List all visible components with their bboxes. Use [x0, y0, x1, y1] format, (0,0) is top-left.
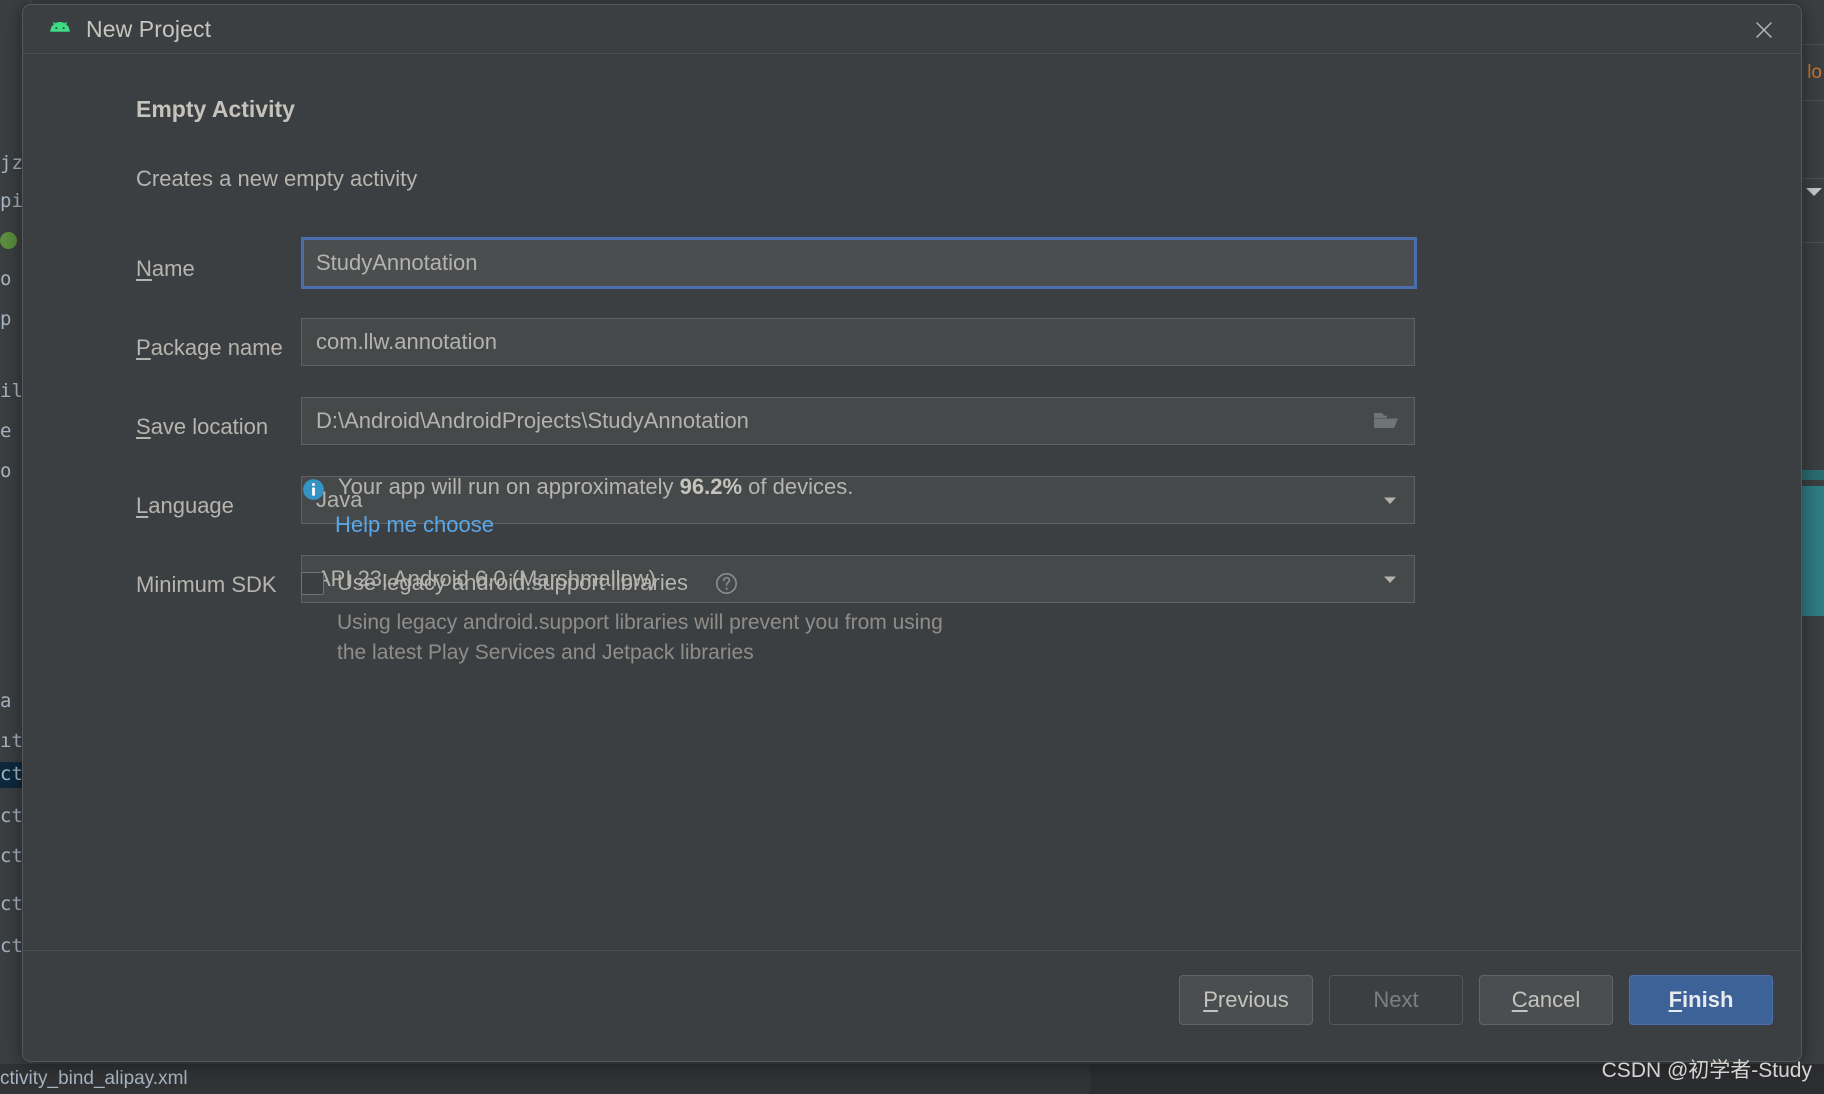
package-name-input[interactable]: com.llw.annotation	[301, 318, 1415, 366]
language-label: Language	[136, 493, 234, 518]
page-subtitle: Creates a new empty activity	[136, 166, 418, 191]
sdk-coverage-info: Your app will run on approximately 96.2%…	[301, 474, 1501, 538]
legacy-libraries-block: Use legacy android.support libraries Usi…	[301, 570, 1501, 668]
next-button[interactable]: Next	[1329, 975, 1463, 1025]
form-row-name: Name StudyAnnotation	[136, 236, 1746, 315]
form-row-package-name: Package name com.llw.annotation	[136, 315, 1746, 394]
legacy-libraries-label: Use legacy android.support libraries	[337, 570, 688, 595]
dialog-titlebar: New Project	[23, 5, 1801, 54]
name-label: Name	[136, 256, 195, 281]
save-location-label: Save location	[136, 414, 269, 439]
minimum-sdk-label: Minimum SDK	[136, 572, 277, 597]
page-title: Empty Activity	[136, 96, 295, 122]
sdk-coverage-text-before: Your app will run on approximately	[338, 474, 674, 499]
previous-button[interactable]: Previous	[1179, 975, 1313, 1025]
package-name-label: Package name	[136, 335, 283, 360]
sdk-coverage-text: Your app will run on approximately 96.2%…	[301, 474, 1501, 502]
legacy-libraries-description: Using legacy android.support libraries w…	[337, 608, 1501, 668]
ide-gutter-marker	[0, 232, 17, 249]
dialog-title-group: New Project	[47, 5, 211, 53]
sdk-coverage-text-after: of devices.	[748, 474, 854, 499]
dialog-title: New Project	[86, 15, 212, 42]
footer-button-group: Previous Next Cancel Finish	[1179, 975, 1773, 1025]
name-input[interactable]: StudyAnnotation	[301, 237, 1417, 289]
editor-tab-label[interactable]: ctivity_bind_alipay.xml	[0, 1064, 1100, 1094]
chevron-down-icon	[1806, 188, 1822, 196]
save-location-input[interactable]: D:\Android\AndroidProjects\StudyAnnotati…	[301, 397, 1415, 445]
watermark: CSDN @初学者-Study	[1601, 1059, 1812, 1082]
new-project-dialog: New Project Empty Activity Creates a new…	[22, 4, 1802, 1062]
ide-code-fragment: lo	[1807, 62, 1822, 83]
legacy-libraries-checkbox[interactable]	[301, 571, 324, 595]
close-icon[interactable]	[1741, 13, 1787, 47]
dialog-body: Empty Activity Creates a new empty activ…	[23, 54, 1801, 954]
help-me-choose-link[interactable]: Help me choose	[335, 512, 494, 538]
question-mark-icon[interactable]	[701, 571, 739, 596]
dialog-footer: Previous Next Cancel Finish	[23, 950, 1801, 1061]
sdk-coverage-percent: 96.2%	[679, 474, 743, 499]
finish-button[interactable]: Finish	[1629, 975, 1773, 1025]
android-robot-icon	[47, 16, 73, 42]
legacy-libraries-description-line1: Using legacy android.support libraries w…	[337, 611, 943, 634]
info-icon	[301, 474, 326, 502]
cancel-button[interactable]: Cancel	[1479, 975, 1613, 1025]
name-input-value: StudyAnnotation	[316, 250, 478, 275]
package-name-input-value: com.llw.annotation	[316, 329, 497, 354]
legacy-libraries-description-line2: the latest Play Services and Jetpack lib…	[337, 641, 754, 664]
folder-icon[interactable]	[1364, 409, 1400, 433]
save-location-input-value: D:\Android\AndroidProjects\StudyAnnotati…	[316, 408, 749, 433]
form-row-save-location: Save location D:\Android\AndroidProjects…	[136, 394, 1746, 473]
legacy-libraries-checkbox-row[interactable]: Use legacy android.support libraries	[301, 570, 1501, 596]
